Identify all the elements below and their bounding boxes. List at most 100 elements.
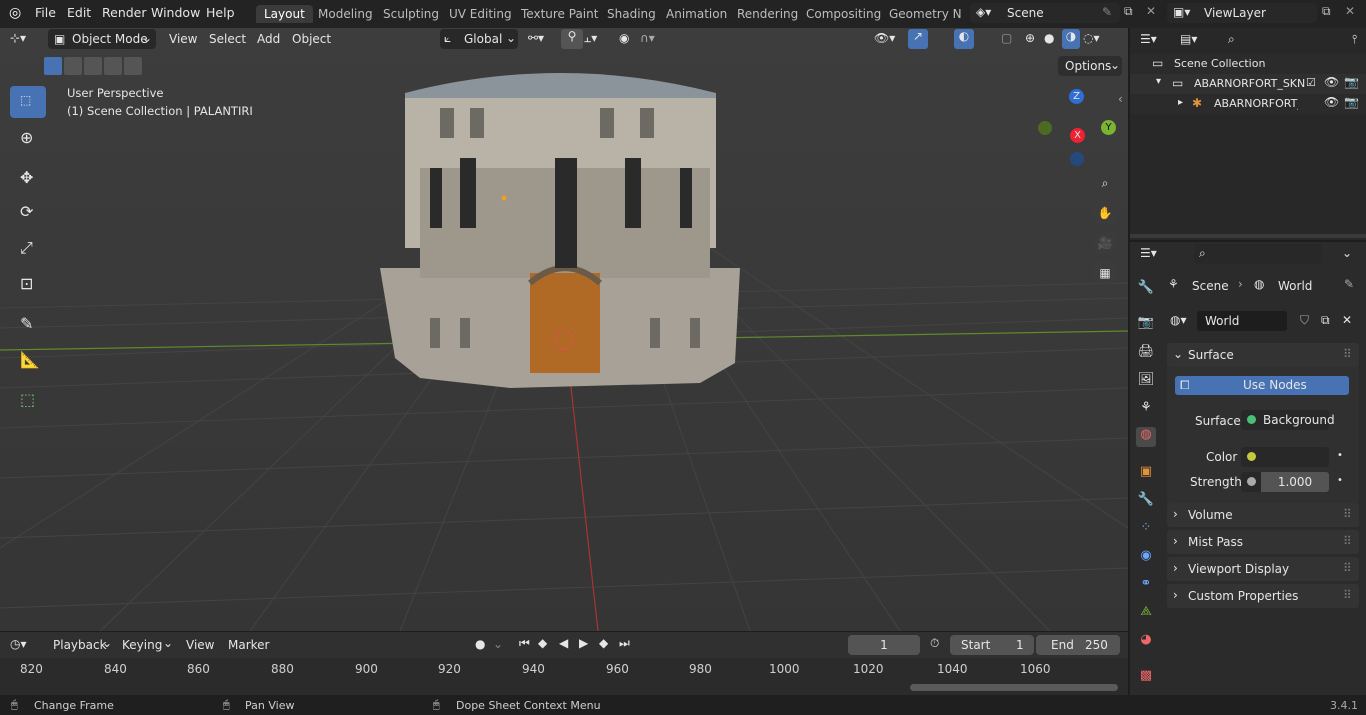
chevron-down-icon[interactable]: ⌄ bbox=[493, 637, 503, 651]
color-field[interactable] bbox=[1241, 447, 1329, 467]
world-name-field[interactable]: World bbox=[1197, 311, 1287, 331]
drag-handle-icon[interactable]: ⠿ bbox=[1343, 588, 1352, 602]
properties-editor-icon[interactable]: ☰▾ bbox=[1140, 246, 1157, 260]
zoom-icon[interactable]: ⌕ bbox=[1092, 170, 1118, 196]
scene-tab-icon[interactable]: ⚘ bbox=[1136, 400, 1156, 420]
stopwatch-icon[interactable]: ⏱ bbox=[930, 636, 939, 651]
breadcrumb-scene[interactable]: Scene bbox=[1192, 279, 1229, 293]
surface-shader-field[interactable]: Background bbox=[1241, 410, 1335, 430]
tab-geometry-nodes[interactable]: Geometry Noc bbox=[889, 7, 961, 21]
new-view-layer-icon[interactable]: ⧉ bbox=[1322, 4, 1331, 19]
mist-pass-panel-header[interactable]: › Mist Pass ⠿ bbox=[1167, 530, 1359, 554]
options-dropdown[interactable]: Options ⌄ bbox=[1058, 56, 1122, 76]
select-invert-icon[interactable] bbox=[104, 57, 122, 75]
3d-viewport[interactable]: ⊹▾ ▣ Object Mode ⌄ View Select Add Objec… bbox=[0, 28, 1128, 631]
delete-view-layer-icon[interactable]: ✕ bbox=[1345, 4, 1355, 18]
camera-render-icon[interactable]: 📷 bbox=[1344, 75, 1359, 89]
rendered-shading-icon[interactable]: ◌▾ bbox=[1083, 31, 1100, 45]
material-tab-icon[interactable]: ◕ bbox=[1136, 632, 1156, 652]
fake-user-icon[interactable]: ⛉ bbox=[1300, 313, 1309, 328]
keyframe-dot-icon[interactable]: • bbox=[1337, 475, 1343, 486]
prev-keyframe-icon[interactable]: ◆ bbox=[538, 636, 547, 650]
annotate-tool[interactable]: ✎ bbox=[10, 308, 46, 340]
scene-selector[interactable]: ◈▾ Scene ✎ bbox=[970, 3, 1120, 23]
select-new-icon[interactable] bbox=[44, 57, 62, 75]
view-layer-tab-icon[interactable]: 🖼 bbox=[1136, 372, 1156, 392]
overlay-toggle-icon[interactable]: ◐ bbox=[954, 29, 974, 49]
view-layer-selector[interactable]: ▣▾ ViewLayer bbox=[1167, 3, 1317, 23]
pin-icon[interactable]: ✎ bbox=[1102, 5, 1112, 19]
modifier-tab-icon[interactable]: 🔧 bbox=[1136, 492, 1156, 512]
pivot-icon[interactable]: ⚯▾ bbox=[528, 31, 544, 45]
move-tool[interactable]: ✥ bbox=[10, 162, 46, 194]
menu-window[interactable]: Window bbox=[151, 5, 200, 20]
menu-help[interactable]: Help bbox=[206, 5, 235, 20]
pin-icon[interactable]: ✎ bbox=[1344, 277, 1354, 291]
menu-keying[interactable]: Keying bbox=[122, 638, 162, 652]
add-cube-tool[interactable]: ⬚ bbox=[10, 384, 46, 416]
z-axis-icon[interactable]: Z bbox=[1069, 89, 1084, 104]
material-shading-icon[interactable]: ◑ bbox=[1062, 29, 1080, 49]
outliner-row-collection[interactable]: ▾ ▭ ABARNORFORT_SKN ☑ 👁 📷 bbox=[1130, 74, 1366, 94]
transform-orientation[interactable]: ⟀ Global ⌄ bbox=[440, 29, 518, 49]
current-frame-field[interactable]: 1 bbox=[848, 635, 920, 655]
filter-icon[interactable]: ⫯ bbox=[1352, 32, 1357, 47]
jump-end-icon[interactable]: ⏭ bbox=[619, 636, 630, 651]
world-datablock[interactable]: ◍▾ World ⛉ ⧉ ✕ bbox=[1167, 311, 1357, 331]
drag-handle-icon[interactable]: ⠿ bbox=[1343, 561, 1352, 575]
grid-perspective-icon[interactable]: ▦ bbox=[1092, 260, 1118, 286]
new-scene-icon[interactable]: ⧉ bbox=[1124, 4, 1133, 19]
timeline-scrollbar[interactable] bbox=[910, 684, 1118, 691]
strength-value[interactable]: 1.000 bbox=[1261, 472, 1329, 492]
snap-target-icon[interactable]: ⫠▾ bbox=[584, 31, 597, 46]
object-tab-icon[interactable]: ▣ bbox=[1136, 464, 1156, 484]
render-tab-icon[interactable]: 📷 bbox=[1136, 315, 1156, 335]
menu-add[interactable]: Add bbox=[257, 32, 280, 46]
expand-icon[interactable]: ▸ bbox=[1178, 97, 1183, 108]
menu-edit[interactable]: Edit bbox=[67, 5, 91, 20]
snap-icon[interactable]: ⚲ bbox=[561, 29, 583, 49]
outliner-row-root[interactable]: ▭ Scene Collection bbox=[1130, 54, 1366, 74]
strength-field[interactable]: 1.000 bbox=[1241, 472, 1329, 492]
viewport-display-panel-header[interactable]: › Viewport Display ⠿ bbox=[1167, 557, 1359, 581]
select-subtract-icon[interactable] bbox=[84, 57, 102, 75]
breadcrumb-world[interactable]: World bbox=[1278, 279, 1312, 293]
drag-handle-icon[interactable]: ⠿ bbox=[1343, 347, 1352, 361]
menu-view[interactable]: View bbox=[169, 32, 197, 46]
tab-shading[interactable]: Shading bbox=[607, 7, 656, 21]
tool-tab-icon[interactable]: 🔧 bbox=[1136, 280, 1156, 300]
texture-tab-icon[interactable]: ▩ bbox=[1136, 668, 1156, 688]
world-tab-icon[interactable]: ◍ bbox=[1136, 427, 1156, 447]
x-axis-icon[interactable]: X bbox=[1070, 128, 1085, 143]
menu-marker[interactable]: Marker bbox=[228, 638, 269, 652]
next-keyframe-icon[interactable]: ◆ bbox=[599, 636, 608, 650]
scale-tool[interactable]: ⤢ bbox=[10, 232, 46, 264]
outliner-row-object[interactable]: ▸ ✱ ABARNORFORT_ 👁 📷 bbox=[1130, 94, 1366, 114]
properties-search[interactable]: ⌕ bbox=[1194, 244, 1322, 264]
xray-icon[interactable]: ▢ bbox=[1001, 31, 1012, 45]
tab-sculpting[interactable]: Sculpting bbox=[383, 7, 439, 21]
tab-compositing[interactable]: Compositing bbox=[806, 7, 881, 21]
drag-handle-icon[interactable]: ⠿ bbox=[1343, 534, 1352, 548]
timeline-editor-icon[interactable]: ◷▾ bbox=[10, 637, 27, 651]
proportional-edit-icon[interactable]: ◉ bbox=[619, 31, 629, 45]
delete-scene-icon[interactable]: ✕ bbox=[1146, 4, 1156, 18]
neg-y-axis-icon[interactable] bbox=[1038, 121, 1052, 135]
camera-icon[interactable]: 🎥 bbox=[1092, 230, 1118, 256]
menu-select[interactable]: Select bbox=[209, 32, 246, 46]
tab-animation[interactable]: Animation bbox=[666, 7, 727, 21]
chevron-down-icon[interactable]: ⌄ bbox=[1342, 246, 1352, 260]
select-mode-buttons[interactable] bbox=[44, 57, 142, 75]
custom-properties-panel-header[interactable]: › Custom Properties ⠿ bbox=[1167, 584, 1359, 608]
play-reverse-icon[interactable]: ◀ bbox=[559, 636, 568, 650]
rotate-tool[interactable]: ⟳ bbox=[10, 196, 46, 228]
select-intersect-icon[interactable] bbox=[124, 57, 142, 75]
outliner-search[interactable]: ⌕ bbox=[1223, 30, 1334, 50]
select-extend-icon[interactable] bbox=[64, 57, 82, 75]
display-mode-icon[interactable]: ▤▾ bbox=[1180, 32, 1197, 46]
eye-icon[interactable]: 👁 bbox=[1324, 95, 1339, 109]
physics-tab-icon[interactable]: ◉ bbox=[1136, 548, 1156, 568]
menu-render[interactable]: Render bbox=[102, 5, 147, 20]
menu-file[interactable]: File bbox=[35, 5, 56, 20]
surface-panel-header[interactable]: ⌄ Surface ⠿ bbox=[1167, 343, 1359, 367]
